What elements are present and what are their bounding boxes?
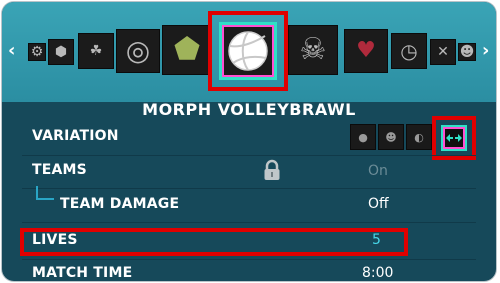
mode-tile[interactable]: ◷ xyxy=(391,33,427,69)
match-time-value[interactable]: 8:00 xyxy=(362,265,393,281)
shield-tile-icon: ⬢ xyxy=(54,44,68,60)
team-damage-label: TEAM DAMAGE xyxy=(60,196,180,212)
variation-highlight xyxy=(432,116,476,160)
mode-tile[interactable]: ◎ xyxy=(116,29,160,73)
row-divider xyxy=(22,259,476,260)
variation-label: VARIATION xyxy=(32,128,119,144)
game-mode-title: MORPH VOLLEYBRAWL xyxy=(142,100,356,119)
arrows-icon xyxy=(446,134,462,142)
row-divider xyxy=(22,155,476,156)
teams-value[interactable]: On xyxy=(368,163,388,179)
gear-tile-icon: ⚙ xyxy=(30,44,44,60)
target-tile-icon: ◎ xyxy=(125,34,151,67)
mode-tile[interactable]: ⬟ xyxy=(162,25,212,75)
lives-value[interactable]: 5 xyxy=(372,232,381,248)
teams-label: TEAMS xyxy=(32,162,87,178)
mode-tile[interactable]: ☠ xyxy=(288,25,338,75)
variation-option[interactable]: ● xyxy=(350,124,376,150)
lock-icon xyxy=(264,159,280,180)
variation-option[interactable]: ☻ xyxy=(378,124,404,150)
cat-tile-icon: ☻ xyxy=(459,44,475,60)
skull-tile-icon: ☠ xyxy=(299,32,327,67)
lives-label: LIVES xyxy=(32,232,78,248)
mode-tile[interactable]: ✕ xyxy=(430,39,456,65)
row-divider xyxy=(22,188,476,189)
row-divider xyxy=(22,222,476,223)
lives-highlight xyxy=(20,228,408,256)
mode-tile[interactable]: ☘ xyxy=(78,33,114,69)
variation-option[interactable]: ◐ xyxy=(406,124,432,150)
mode-tile[interactable]: ♥ xyxy=(344,29,388,73)
swords-tile-icon: ✕ xyxy=(437,44,449,60)
carousel-right-arrow[interactable]: › xyxy=(482,40,489,61)
variation-options: ● ☻ ◐ xyxy=(350,124,432,150)
mode-tile[interactable]: ⬢ xyxy=(48,39,74,65)
selected-mode-highlight xyxy=(208,11,288,91)
match-time-label: MATCH TIME xyxy=(32,265,133,281)
creature-mini-icon: ☻ xyxy=(385,130,397,144)
heart-tile-icon: ♥ xyxy=(356,38,376,63)
game-settings-screen: ‹ › ⚙ ⬢ ☘ ◎ ⬟ ☠ ♥ ◷ ✕ ☻ MORPH VOLLEYBRAW… xyxy=(2,2,496,281)
variation-option-selected[interactable] xyxy=(441,125,467,151)
sub-setting-connector xyxy=(36,186,54,200)
volleyball-mini-icon: ● xyxy=(358,130,368,144)
volleyball-icon xyxy=(228,31,268,71)
creature-tile-icon: ☘ xyxy=(89,43,103,59)
mode-tile[interactable]: ⚙ xyxy=(28,43,46,61)
mode-tile-selected[interactable] xyxy=(219,22,277,80)
d20-tile-icon: ⬟ xyxy=(173,32,201,67)
mode-carousel: ‹ › ⚙ ⬢ ☘ ◎ ⬟ ☠ ♥ ◷ ✕ ☻ xyxy=(2,2,496,102)
clock-tile-icon: ◷ xyxy=(400,39,418,63)
team-damage-value[interactable]: Off xyxy=(368,196,389,212)
mode-tile[interactable]: ☻ xyxy=(458,43,476,61)
carousel-left-arrow[interactable]: ‹ xyxy=(8,40,15,61)
mask-mini-icon: ◐ xyxy=(414,130,424,144)
